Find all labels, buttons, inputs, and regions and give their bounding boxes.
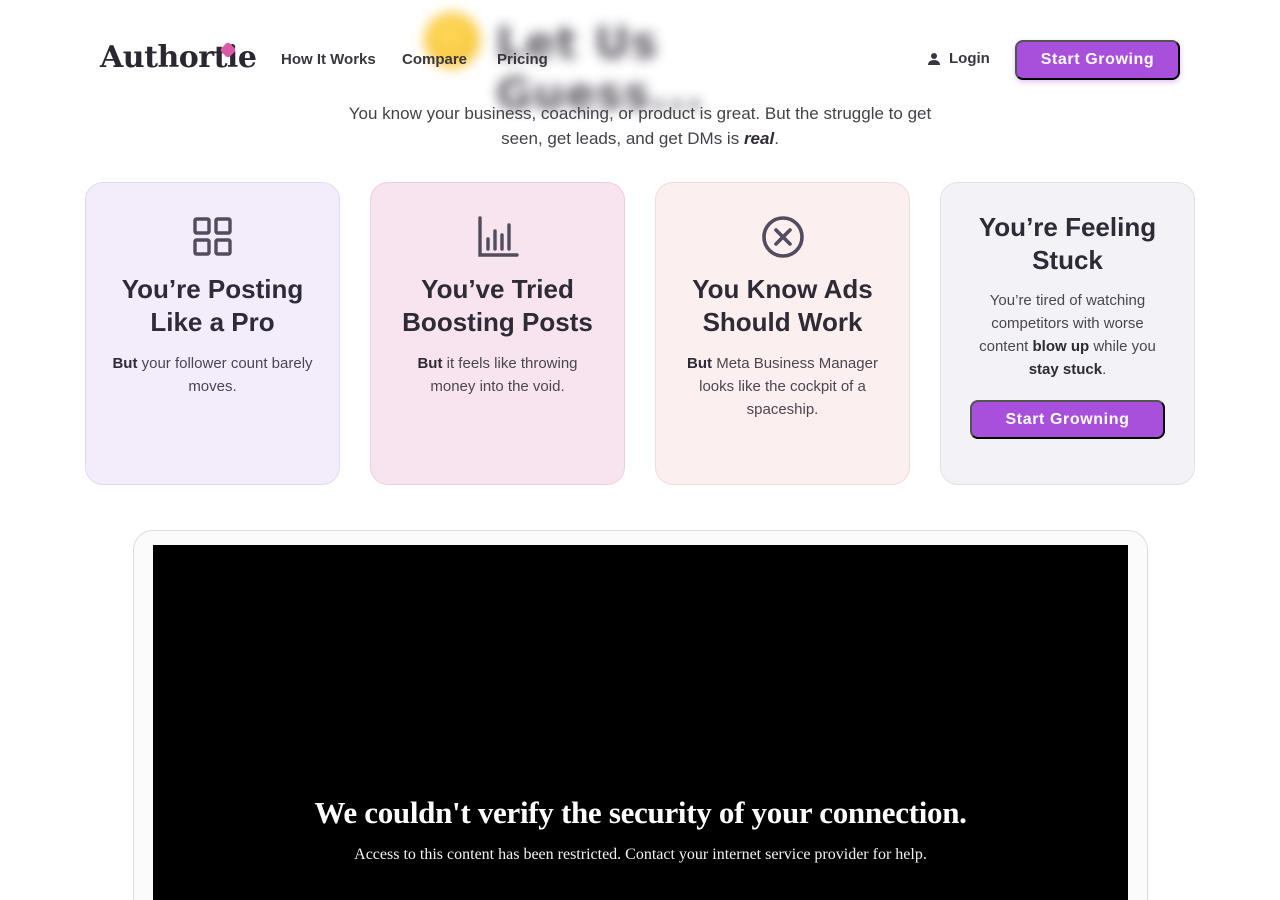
login-label: Login	[949, 50, 990, 67]
connection-error-title: We couldn't verify the security of your …	[314, 795, 967, 830]
card-emphasis: blow up	[1032, 338, 1090, 355]
bar-chart-icon	[477, 216, 519, 257]
pain-point-card-boosting: You’ve Tried Boosting Posts But it feels…	[370, 182, 625, 485]
card-body: .	[1102, 361, 1107, 378]
intro-line-2: seen, get leads, and get DMs is	[501, 129, 744, 148]
user-icon	[928, 52, 940, 65]
card-text: You’re tired of watching competitors wit…	[965, 289, 1170, 381]
intro-line-1: You know your business, coaching, or pro…	[348, 104, 932, 123]
grid-icon	[192, 217, 232, 256]
nav-link-how-it-works[interactable]: How It Works	[281, 51, 376, 68]
card-title: You’re Feeling Stuck	[978, 212, 1157, 275]
pain-point-card-stuck: You’re Feeling Stuck You’re tired of wat…	[940, 182, 1195, 485]
card-title: You’re Posting Like a Pro	[121, 274, 304, 337]
card-lead: But	[687, 355, 713, 372]
card-lead: But	[417, 355, 443, 372]
pain-point-card-ads: You Know Ads Should Work But Meta Busine…	[655, 182, 910, 485]
brand-logo[interactable]: Authortie	[100, 40, 257, 75]
pain-point-card-posting: You’re Posting Like a Pro But your follo…	[85, 182, 340, 485]
video-embed[interactable]: We couldn't verify the security of your …	[153, 545, 1128, 900]
card-lead: But	[112, 355, 138, 372]
connection-error-message: Access to this content has been restrict…	[354, 846, 927, 863]
card-body: Meta Business Manager looks like the coc…	[699, 355, 878, 418]
start-growing-button[interactable]: Start Growing	[1015, 40, 1180, 80]
nav-link-pricing[interactable]: Pricing	[497, 51, 548, 68]
nav-link-compare[interactable]: Compare	[402, 51, 467, 68]
card-start-growing-button[interactable]: Start Growning	[970, 400, 1165, 439]
login-link[interactable]: Login	[927, 50, 990, 67]
card-body: your follower count barely moves.	[137, 355, 313, 395]
card-emphasis: stay stuck	[1028, 361, 1103, 378]
intro-end: .	[774, 129, 779, 148]
card-body: it feels like throwing money into the vo…	[430, 355, 578, 395]
top-navigation: Authortie How It Works Compare Pricing L…	[0, 0, 1280, 100]
card-title: You’ve Tried Boosting Posts	[402, 274, 593, 337]
card-text: But your follower count barely moves.	[110, 352, 315, 398]
card-title: You Know Ads Should Work	[692, 274, 873, 337]
card-body: while you	[1089, 338, 1156, 355]
intro-subtitle: You know your business, coaching, or pro…	[320, 101, 960, 151]
x-circle-icon	[761, 216, 804, 258]
intro-emphasis: real	[743, 129, 775, 148]
card-text: But it feels like throwing money into th…	[395, 352, 600, 398]
card-text: But Meta Business Manager looks like the…	[680, 352, 885, 421]
